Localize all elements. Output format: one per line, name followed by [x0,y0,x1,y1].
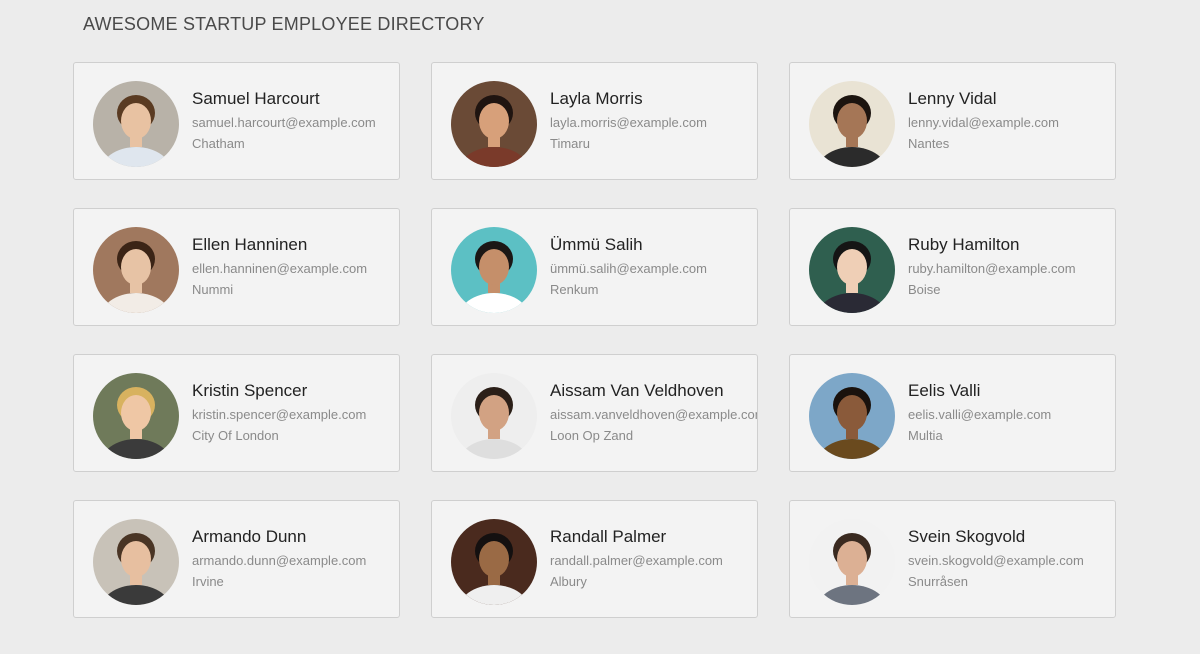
avatar-face [479,249,509,285]
avatar [93,81,179,167]
avatar-face [837,541,867,577]
employee-card[interactable]: Armando Dunn armando.dunn@example.com Ir… [73,500,400,618]
avatar-portrait [451,373,537,459]
employee-name: Samuel Harcourt [192,89,320,108]
employee-city: Albury [550,574,587,589]
avatar-portrait [809,519,895,605]
employee-city: Renkum [550,282,599,297]
avatar-face [837,395,867,431]
employee-email: eelis.valli@example.com [908,407,1052,422]
employee-name: Randall Palmer [550,527,667,546]
avatar-face [121,541,151,577]
avatar-face [121,249,151,285]
employee-city: Timaru [550,136,590,151]
employee-info: Svein Skogvold svein.skogvold@example.co… [908,527,1115,589]
avatar-portrait [93,81,179,167]
employee-city: Nummi [192,282,234,297]
employee-info: Armando Dunn armando.dunn@example.com Ir… [192,527,399,589]
avatar [93,519,179,605]
avatar [451,81,537,167]
employee-city: Chatham [192,136,245,151]
employee-name: Lenny Vidal [908,89,997,108]
employee-card[interactable]: Layla Morris layla.morris@example.com Ti… [431,62,758,180]
employee-name: Eelis Valli [908,381,981,400]
employee-email: svein.skogvold@example.com [908,553,1084,568]
employee-city: Snurråsen [908,574,968,589]
employee-name: Ellen Hanninen [192,235,308,254]
avatar [809,81,895,167]
employee-card[interactable]: Samuel Harcourt samuel.harcourt@example.… [73,62,400,180]
employee-info: Kristin Spencer kristin.spencer@example.… [192,381,399,443]
employee-email: ümmü.salih@example.com [550,261,707,276]
employee-card[interactable]: Kristin Spencer kristin.spencer@example.… [73,354,400,472]
employee-info: Eelis Valli eelis.valli@example.com Mult… [908,381,1115,443]
avatar [93,227,179,313]
employee-card[interactable]: Ümmü Salih ümmü.salih@example.com Renkum [431,208,758,326]
employee-info: Ellen Hanninen ellen.hanninen@example.co… [192,235,399,297]
employee-city: Boise [908,282,941,297]
employee-email: randall.palmer@example.com [550,553,723,568]
page-title: AWESOME STARTUP EMPLOYEE DIRECTORY [83,14,485,34]
avatar [451,373,537,459]
employee-city: City Of London [192,428,279,443]
employee-card[interactable]: Ellen Hanninen ellen.hanninen@example.co… [73,208,400,326]
employee-name: Kristin Spencer [192,381,308,400]
employee-city: Multia [908,428,943,443]
avatar-portrait [451,81,537,167]
avatar-face [479,541,509,577]
employee-card[interactable]: Aissam Van Veldhoven aissam.vanveldhoven… [431,354,758,472]
employee-city: Nantes [908,136,950,151]
employee-card[interactable]: Ruby Hamilton ruby.hamilton@example.com … [789,208,1116,326]
avatar-portrait [809,373,895,459]
employee-email: ruby.hamilton@example.com [908,261,1076,276]
employee-email: kristin.spencer@example.com [192,407,367,422]
employee-info: Ruby Hamilton ruby.hamilton@example.com … [908,235,1115,297]
employee-email: lenny.vidal@example.com [908,115,1059,130]
avatar-portrait [93,373,179,459]
employee-grid: Samuel Harcourt samuel.harcourt@example.… [73,62,1117,618]
avatar-face [121,103,151,139]
employee-email: layla.morris@example.com [550,115,707,130]
employee-name: Armando Dunn [192,527,307,546]
employee-info: Aissam Van Veldhoven aissam.vanveldhoven… [550,381,757,443]
avatar-portrait [93,519,179,605]
employee-info: Samuel Harcourt samuel.harcourt@example.… [192,89,399,151]
employee-name: Aissam Van Veldhoven [550,381,724,400]
avatar [809,373,895,459]
avatar-face [121,395,151,431]
employee-info: Layla Morris layla.morris@example.com Ti… [550,89,757,151]
employee-email: aissam.vanveldhoven@example.com [550,407,758,422]
employee-city: Irvine [192,574,224,589]
employee-name: Layla Morris [550,89,643,108]
employee-info: Randall Palmer randall.palmer@example.co… [550,527,757,589]
avatar-portrait [451,519,537,605]
employee-email: armando.dunn@example.com [192,553,367,568]
employee-card[interactable]: Randall Palmer randall.palmer@example.co… [431,500,758,618]
avatar [809,227,895,313]
avatar-portrait [93,227,179,313]
avatar-face [479,103,509,139]
employee-email: samuel.harcourt@example.com [192,115,376,130]
employee-card[interactable]: Eelis Valli eelis.valli@example.com Mult… [789,354,1116,472]
avatar-portrait [809,227,895,313]
employee-name: Svein Skogvold [908,527,1026,546]
employee-city: Loon Op Zand [550,428,634,443]
employee-card[interactable]: Svein Skogvold svein.skogvold@example.co… [789,500,1116,618]
avatar-face [479,395,509,431]
employee-name: Ruby Hamilton [908,235,1020,254]
avatar [451,227,537,313]
employee-card[interactable]: Lenny Vidal lenny.vidal@example.com Nant… [789,62,1116,180]
avatar [93,373,179,459]
avatar-portrait [809,81,895,167]
employee-name: Ümmü Salih [550,235,643,254]
employee-info: Ümmü Salih ümmü.salih@example.com Renkum [550,235,757,297]
avatar [451,519,537,605]
avatar-face [837,103,867,139]
employee-info: Lenny Vidal lenny.vidal@example.com Nant… [908,89,1115,151]
avatar [809,519,895,605]
employee-email: ellen.hanninen@example.com [192,261,368,276]
avatar-portrait [451,227,537,313]
avatar-face [837,249,867,285]
